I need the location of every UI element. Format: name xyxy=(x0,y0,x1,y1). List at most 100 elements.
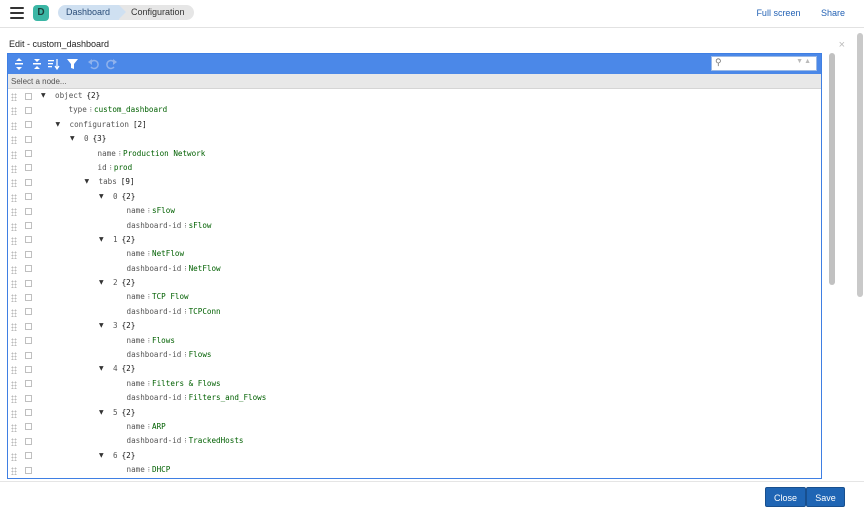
node-value[interactable]: DHCP xyxy=(152,463,170,477)
node-value[interactable]: Flows xyxy=(189,348,212,362)
full-screen-link[interactable]: Full screen xyxy=(756,8,800,18)
expand-toggle-icon[interactable]: ▼ xyxy=(41,89,49,103)
node-key[interactable]: name xyxy=(98,147,116,161)
node-value[interactable]: ARP xyxy=(152,420,166,434)
node-value[interactable]: Production Network xyxy=(123,147,205,161)
node-key[interactable]: 2 xyxy=(113,276,118,290)
drag-handle-icon[interactable] xyxy=(11,136,17,145)
row-checkbox[interactable] xyxy=(25,135,32,143)
node-value[interactable]: Filters & Flows xyxy=(152,377,221,391)
save-button[interactable]: Save xyxy=(806,487,845,507)
drag-handle-icon[interactable] xyxy=(11,265,17,274)
node-key[interactable]: name xyxy=(127,377,145,391)
drag-handle-icon[interactable] xyxy=(11,323,17,332)
row-checkbox[interactable] xyxy=(25,150,32,158)
node-key[interactable]: dashboard-id xyxy=(127,305,182,319)
expand-toggle-icon[interactable]: ▼ xyxy=(99,362,107,376)
node-value[interactable]: sFlow xyxy=(152,204,175,218)
tree-row[interactable]: name ⁝ Production Network xyxy=(8,147,821,161)
node-key[interactable]: type xyxy=(69,103,87,117)
sort-icon[interactable] xyxy=(48,58,60,71)
tree-row[interactable]: dashboard-id ⁝ TCPConn xyxy=(8,305,821,319)
share-link[interactable]: Share xyxy=(821,8,845,18)
expand-toggle-icon[interactable]: ▼ xyxy=(56,118,64,132)
node-value[interactable]: TrackedHosts xyxy=(189,434,244,448)
node-key[interactable]: name xyxy=(127,204,145,218)
node-key[interactable]: name xyxy=(127,247,145,261)
drag-handle-icon[interactable] xyxy=(11,193,17,202)
row-checkbox[interactable] xyxy=(25,207,32,215)
drag-handle-icon[interactable] xyxy=(11,423,17,432)
redo-icon[interactable] xyxy=(105,58,117,70)
drag-handle-icon[interactable] xyxy=(11,208,17,217)
row-checkbox[interactable] xyxy=(25,279,32,287)
expand-toggle-icon[interactable]: ▼ xyxy=(99,406,107,420)
node-value[interactable]: TCP Flow xyxy=(152,290,189,304)
expand-toggle-icon[interactable]: ▼ xyxy=(85,175,93,189)
node-key[interactable]: 1 xyxy=(113,233,118,247)
expand-toggle-icon[interactable]: ▼ xyxy=(99,276,107,290)
row-checkbox[interactable] xyxy=(25,380,32,388)
tree-row[interactable]: name ⁝ Filters & Flows xyxy=(8,377,821,391)
row-checkbox[interactable] xyxy=(25,322,32,330)
close-icon[interactable]: × xyxy=(839,39,845,51)
node-navigation-bar[interactable]: Select a node... xyxy=(8,74,821,89)
drag-handle-icon[interactable] xyxy=(11,352,17,361)
page-scrollbar[interactable] xyxy=(857,33,863,297)
drag-handle-icon[interactable] xyxy=(11,467,17,476)
search-nav-arrows[interactable]: ▼▲ xyxy=(796,58,812,65)
node-value[interactable]: prod xyxy=(114,161,132,175)
row-checkbox[interactable] xyxy=(25,351,32,359)
search-input[interactable] xyxy=(726,58,796,69)
expand-toggle-icon[interactable]: ▼ xyxy=(99,319,107,333)
breadcrumb-dashboard[interactable]: Dashboard xyxy=(58,5,127,20)
row-checkbox[interactable] xyxy=(25,409,32,417)
row-checkbox[interactable] xyxy=(25,265,32,273)
tree-row[interactable]: ▼ 0 {2} xyxy=(8,190,821,204)
tree-row[interactable]: dashboard-id ⁝ Filters_and_Flows xyxy=(8,391,821,405)
node-value[interactable]: Filters_and_Flows xyxy=(189,391,267,405)
tree-row[interactable]: name ⁝ DHCP xyxy=(8,463,821,477)
drag-handle-icon[interactable] xyxy=(11,294,17,303)
drag-handle-icon[interactable] xyxy=(11,121,17,130)
expand-toggle-icon[interactable]: ▼ xyxy=(70,132,78,146)
row-checkbox[interactable] xyxy=(25,164,32,172)
row-checkbox[interactable] xyxy=(25,193,32,201)
node-key[interactable]: name xyxy=(127,463,145,477)
drag-handle-icon[interactable] xyxy=(11,150,17,159)
node-value[interactable]: TCPConn xyxy=(189,305,221,319)
node-key[interactable]: name xyxy=(127,420,145,434)
row-checkbox[interactable] xyxy=(25,466,32,474)
tree-row[interactable]: name ⁝ sFlow xyxy=(8,204,821,218)
tree-row[interactable]: name ⁝ TCP Flow xyxy=(8,290,821,304)
close-button[interactable]: Close xyxy=(765,487,806,507)
drag-handle-icon[interactable] xyxy=(11,93,17,101)
drag-handle-icon[interactable] xyxy=(11,236,17,245)
node-key[interactable]: 0 xyxy=(84,132,89,146)
row-checkbox[interactable] xyxy=(25,222,32,230)
node-key[interactable]: 4 xyxy=(113,362,118,376)
drag-handle-icon[interactable] xyxy=(11,438,17,447)
drag-handle-icon[interactable] xyxy=(11,107,17,116)
row-checkbox[interactable] xyxy=(25,250,32,258)
tree-row[interactable]: dashboard-id ⁝ TrackedHosts xyxy=(8,434,821,448)
tree-row[interactable]: id ⁝ prod xyxy=(8,161,821,175)
node-key[interactable]: name xyxy=(127,334,145,348)
row-checkbox[interactable] xyxy=(25,178,32,186)
tree-row[interactable]: type ⁝ custom_dashboard xyxy=(8,103,821,117)
tree-row[interactable]: name ⁝ Flows xyxy=(8,334,821,348)
undo-icon[interactable] xyxy=(88,58,100,70)
row-checkbox[interactable] xyxy=(25,236,32,244)
row-checkbox[interactable] xyxy=(25,92,32,100)
tree-row[interactable]: dashboard-id ⁝ sFlow xyxy=(8,219,821,233)
row-checkbox[interactable] xyxy=(25,365,32,373)
tree-row[interactable]: ▼ 4 {2} xyxy=(8,362,821,376)
tree-row[interactable]: ▼ 0 {3} xyxy=(8,132,821,146)
row-checkbox[interactable] xyxy=(25,452,32,460)
drag-handle-icon[interactable] xyxy=(11,308,17,317)
tree-row[interactable]: ▼ 1 {2} xyxy=(8,233,821,247)
row-checkbox[interactable] xyxy=(25,308,32,316)
node-key[interactable]: dashboard-id xyxy=(127,434,182,448)
menu-icon[interactable] xyxy=(10,7,24,19)
tree-row[interactable]: dashboard-id ⁝ Flows xyxy=(8,348,821,362)
